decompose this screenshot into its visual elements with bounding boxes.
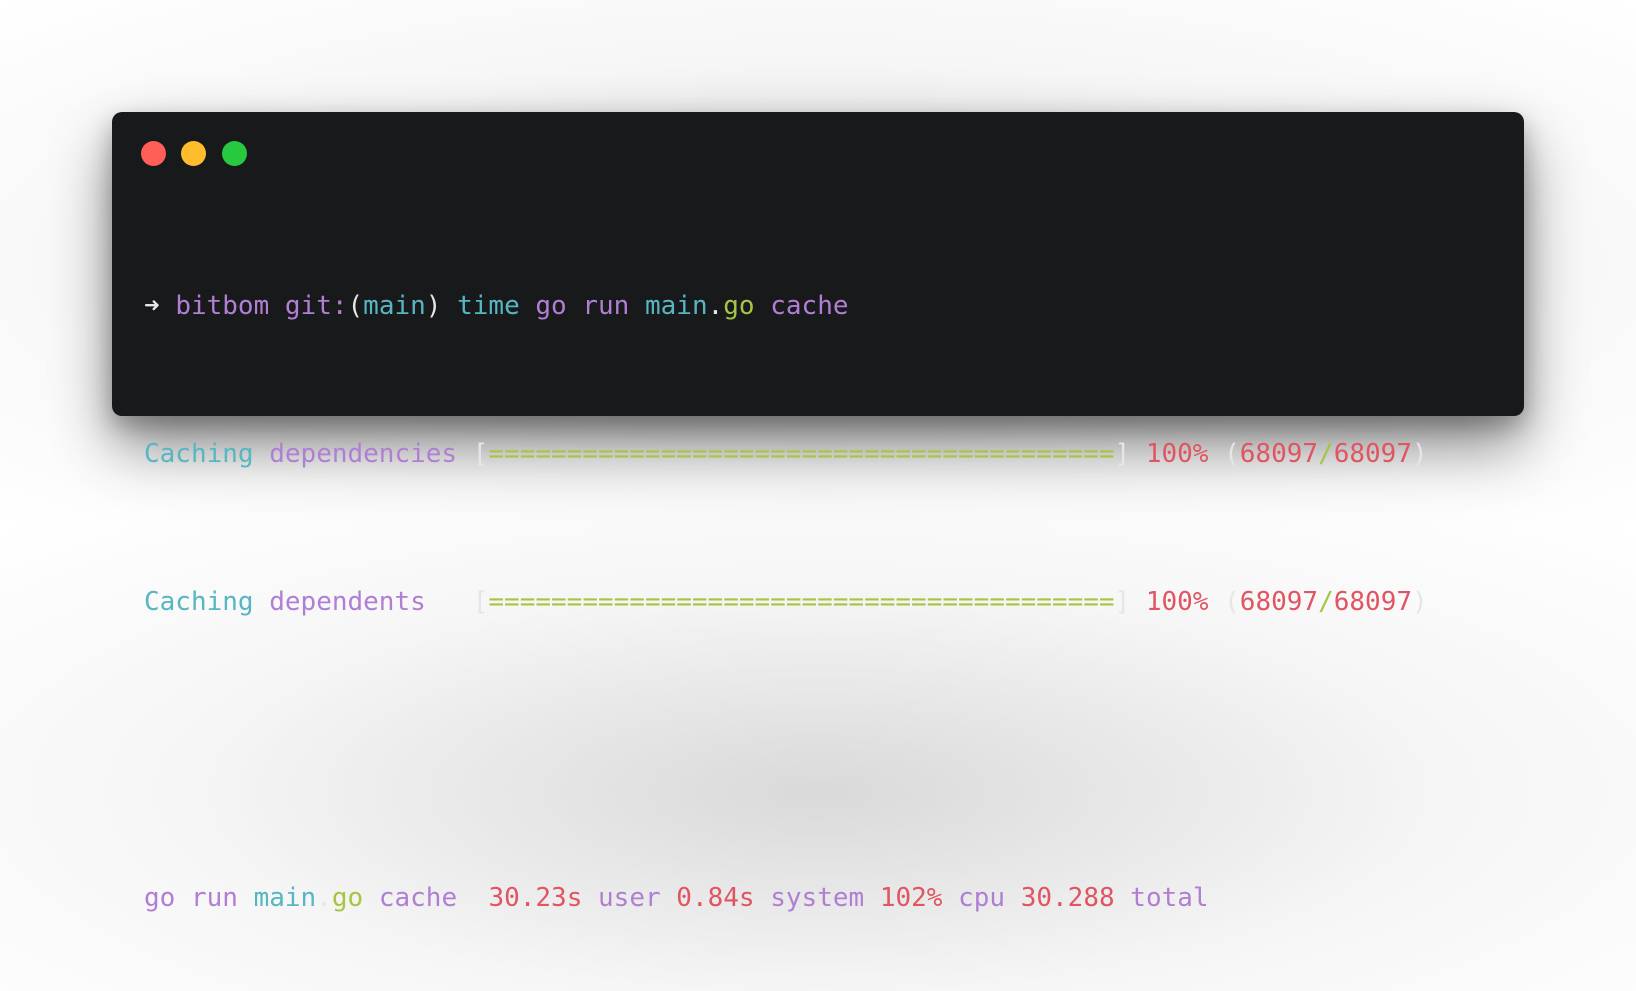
- total-time-value: 30.288: [1020, 883, 1115, 913]
- command-file-ext: go: [723, 291, 755, 321]
- terminal-window[interactable]: ➜ bitbom git:(main) time go run main.go …: [112, 112, 1524, 913]
- command-file-base: main: [644, 291, 708, 321]
- command-run: run: [582, 291, 630, 321]
- progress-word-1: Caching: [144, 439, 254, 469]
- user-time-value: 30.23s: [488, 883, 583, 913]
- progress-bar-fill: ========================================: [488, 587, 1115, 617]
- system-time-label: system: [770, 883, 865, 913]
- command-go: go: [535, 291, 567, 321]
- timing-cmd-arg: cache: [378, 883, 458, 913]
- timing-line: go run main.go cache 30.23s user 0.84s s…: [144, 883, 1209, 913]
- timing-cmd-go: go: [144, 883, 176, 913]
- zoom-button[interactable]: [222, 141, 247, 166]
- progress-current: 68097: [1239, 439, 1319, 469]
- progress-word-2: dependents: [269, 587, 426, 617]
- timing-file-base: main: [253, 883, 317, 913]
- cpu-percent-value: 102%: [879, 883, 943, 913]
- command-time: time: [457, 291, 520, 321]
- system-time-value: 0.84s: [676, 883, 755, 913]
- minimize-button[interactable]: [181, 141, 206, 166]
- progress-word-2: dependencies: [269, 439, 458, 469]
- progress-line-dependencies: Caching dependencies [==================…: [144, 439, 1428, 469]
- command-arg: cache: [770, 291, 849, 321]
- timing-cmd-run: run: [190, 883, 238, 913]
- user-time-label: user: [598, 883, 661, 913]
- git-branch: main: [363, 291, 426, 321]
- progress-line-dependents: Caching dependents [====================…: [144, 587, 1428, 617]
- terminal-output[interactable]: ➜ bitbom git:(main) time go run main.go …: [144, 214, 1428, 991]
- prompt-directory: bitbom: [175, 291, 270, 321]
- progress-total: 68097: [1333, 439, 1412, 469]
- timing-file-ext: go: [331, 883, 364, 913]
- prompt-arrow-icon: ➜: [144, 291, 160, 321]
- total-label: total: [1130, 883, 1209, 913]
- progress-percent: 100%: [1145, 587, 1209, 617]
- progress-bar-fill: ========================================: [488, 439, 1115, 469]
- close-button[interactable]: [141, 141, 166, 166]
- progress-percent: 100%: [1145, 439, 1209, 469]
- git-label: git:: [284, 291, 348, 321]
- cpu-label: cpu: [958, 883, 1006, 913]
- progress-current: 68097: [1239, 587, 1319, 617]
- progress-total: 68097: [1333, 587, 1413, 617]
- progress-word-1: Caching: [144, 587, 254, 617]
- prompt-line: ➜ bitbom git:(main) time go run main.go …: [144, 291, 849, 321]
